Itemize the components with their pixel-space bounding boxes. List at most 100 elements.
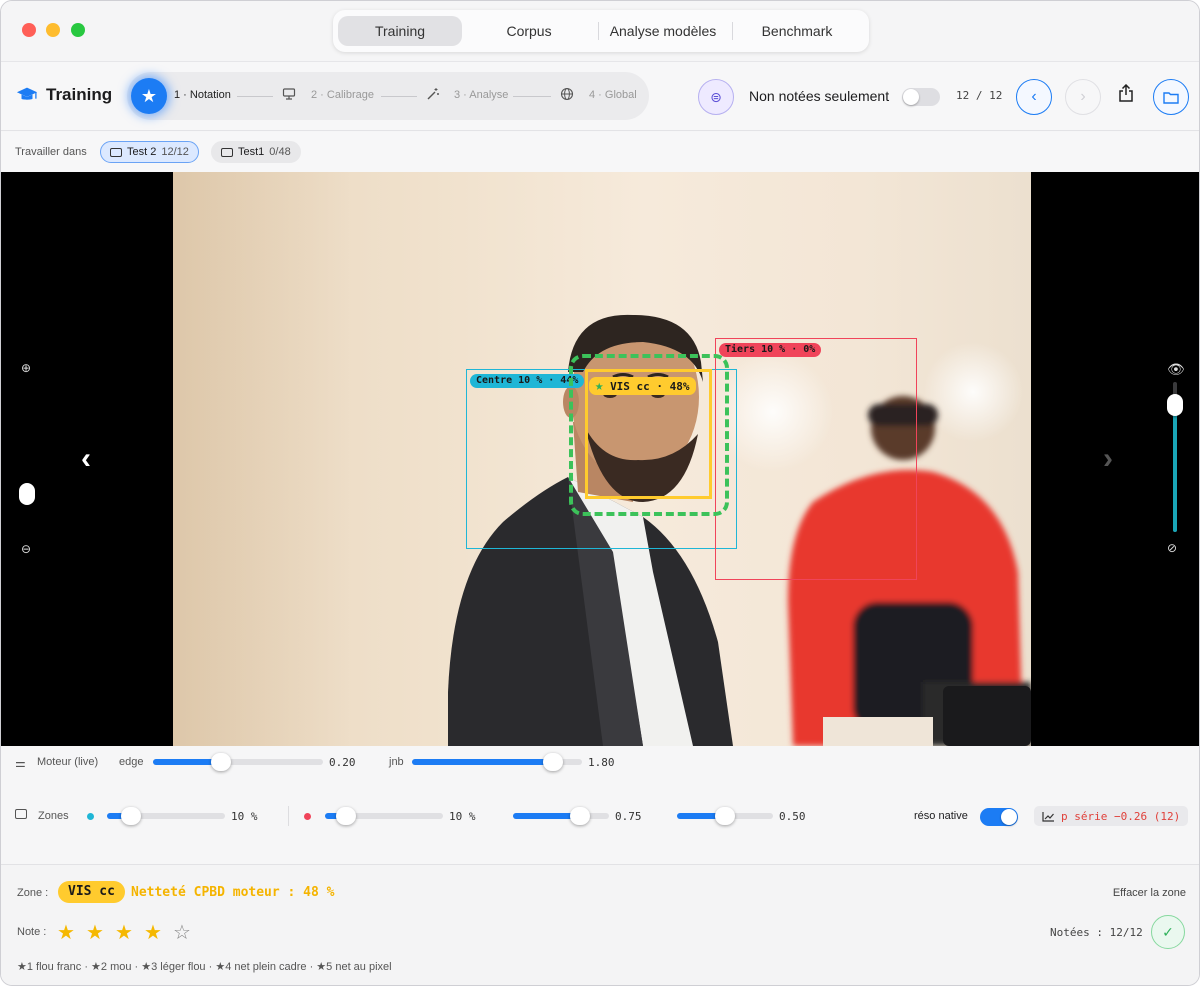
rating-legend: ★1 flou franc · ★2 mou · ★3 léger flou ·…	[17, 961, 392, 973]
zones-icon	[15, 809, 27, 819]
star-1-icon[interactable]: ★	[56, 920, 76, 945]
divider	[288, 806, 289, 826]
star-3-icon[interactable]: ★	[114, 920, 134, 945]
chevron-right-icon: ›	[1080, 88, 1086, 105]
title-bar: Training Corpus Analyse modèles Benchmar…	[1, 1, 1199, 61]
zoom-slider-knob[interactable]	[19, 483, 35, 505]
unrated-only-toggle[interactable]	[902, 88, 940, 106]
zones-label: Zones	[38, 810, 69, 822]
image-viewer[interactable]: ⊕ ⊖ ‹ Centre 10 % · 44% Tiers 10 % · 0% …	[1, 172, 1199, 746]
star-2-icon[interactable]: ★	[85, 920, 105, 945]
zone-centre-tag: Centre 10 % · 44%	[470, 374, 585, 388]
step-connector	[237, 96, 273, 97]
filter-button[interactable]: ⊜	[698, 79, 734, 115]
eye-slash-icon[interactable]: ⊘	[1167, 541, 1177, 555]
folder-name: Test1	[238, 146, 265, 158]
clear-zone-button[interactable]: Effacer la zone	[1113, 887, 1186, 899]
tab-training[interactable]: Training	[338, 16, 463, 46]
toggle-knob	[903, 89, 919, 105]
slider-knob[interactable]	[336, 807, 357, 825]
star-rating: ★ ★ ★ ★ ☆	[56, 920, 192, 945]
minimize-window-button[interactable]	[46, 23, 60, 37]
tiers-color-dot	[304, 813, 311, 820]
slider-knob[interactable]	[715, 807, 735, 825]
unrated-only-label: Non notées seulement	[749, 88, 890, 104]
folder-count: 0/48	[269, 146, 291, 158]
edge-value: 0.20	[329, 756, 356, 769]
step-analyse-label[interactable]: 3 · Analyse	[454, 89, 508, 101]
centre-size-slider[interactable]	[107, 807, 225, 825]
threshold-slider[interactable]	[513, 807, 609, 825]
workflow-stepper: ★ 1 · Notation 2 · Calibrage 3 · Analyse…	[127, 72, 649, 120]
overlay-opacity-slider[interactable]	[1167, 382, 1183, 532]
slider-knob[interactable]	[211, 753, 231, 771]
opacity-slider-fill	[1173, 404, 1177, 532]
previous-image-button[interactable]: ‹	[1016, 79, 1052, 115]
sliders-icon: ⚌	[15, 756, 26, 770]
image-counter: 12 / 12	[956, 89, 1003, 102]
workspace-bar: Travailler dans Test 2 12/12 Test1 0/48	[1, 132, 1199, 172]
validate-button[interactable]: ✓	[1151, 915, 1185, 949]
next-photo-arrow[interactable]: ›	[1103, 442, 1113, 476]
step-calibrage-label[interactable]: 2 · Calibrage	[311, 89, 374, 101]
tab-benchmark[interactable]: Benchmark	[735, 16, 859, 46]
toggle-knob	[1001, 809, 1017, 825]
star-5-icon[interactable]: ☆	[172, 920, 192, 945]
opacity-slider-knob[interactable]	[1167, 393, 1183, 416]
next-image-button[interactable]: ›	[1065, 79, 1101, 115]
graduation-cap-icon	[16, 87, 38, 100]
step-connector	[381, 96, 417, 97]
monitor-icon[interactable]	[281, 87, 297, 103]
zoom-window-button[interactable]	[71, 23, 85, 37]
brand: Training	[16, 84, 112, 106]
zone-vis-label: VIS cc · 48%	[610, 380, 690, 393]
jnb-slider[interactable]	[412, 753, 582, 771]
wand-icon[interactable]	[425, 87, 441, 103]
slider-knob[interactable]	[570, 807, 591, 825]
globe-icon[interactable]	[559, 87, 575, 103]
folder-icon	[1163, 91, 1179, 104]
check-badge-icon: ✓	[1162, 923, 1174, 940]
toolbar: Training ★ 1 · Notation 2 · Calibrage 3 …	[1, 61, 1199, 131]
weight-slider[interactable]	[677, 807, 773, 825]
slider-knob[interactable]	[543, 753, 564, 771]
step-global-label[interactable]: 4 · Global	[589, 89, 637, 101]
edge-slider[interactable]	[153, 753, 323, 771]
open-folder-button[interactable]	[1153, 79, 1189, 115]
zoom-out-icon[interactable]: ⊖	[21, 542, 31, 556]
zone-vis-tag: ★ VIS cc · 48%	[589, 377, 696, 395]
step-notation-button[interactable]: ★	[131, 78, 167, 114]
zone-tiers-box[interactable]	[715, 338, 917, 580]
tab-corpus[interactable]: Corpus	[467, 16, 591, 46]
close-window-button[interactable]	[22, 23, 36, 37]
centre-size-value: 10 %	[231, 810, 258, 823]
series-correlation-badge[interactable]: p série −0.26 (12)	[1034, 806, 1189, 826]
controls-panel: ⚌ Moteur (live) edge 0.20 jnb 1.80 Zones…	[1, 746, 1199, 864]
star-4-icon[interactable]: ★	[143, 920, 163, 945]
app-window: Training Corpus Analyse modèles Benchmar…	[0, 0, 1200, 986]
eye-icon[interactable]: 👁	[1167, 361, 1185, 378]
top-navigation: Training Corpus Analyse modèles Benchmar…	[333, 10, 869, 52]
previous-photo-arrow[interactable]: ‹	[81, 442, 91, 476]
star-icon: ★	[140, 85, 158, 106]
jnb-value: 1.80	[588, 756, 615, 769]
centre-color-dot	[87, 813, 94, 820]
tiers-size-slider[interactable]	[325, 807, 443, 825]
engine-label: Moteur (live)	[37, 756, 99, 768]
folder-count: 12/12	[161, 146, 189, 158]
zone-tiers-tag: Tiers 10 % · 0%	[719, 343, 822, 357]
workspace-label: Travailler dans	[15, 146, 87, 158]
tab-analyse-modeles[interactable]: Analyse modèles	[601, 16, 725, 46]
native-resolution-toggle[interactable]	[980, 808, 1018, 826]
share-icon[interactable]	[1113, 83, 1139, 110]
folder-chip-test-2[interactable]: Test 2 12/12	[100, 141, 199, 163]
zoom-in-icon[interactable]: ⊕	[21, 361, 31, 375]
slider-knob[interactable]	[120, 807, 141, 825]
folder-chip-test1[interactable]: Test1 0/48	[211, 141, 301, 163]
filter-icon: ⊜	[710, 88, 722, 105]
rating-panel: Zone : VIS cc Netteté CPBD moteur : 48 %…	[1, 864, 1199, 985]
sharpness-score: Netteté CPBD moteur : 48 %	[131, 885, 335, 900]
zoom-slider[interactable]	[19, 382, 35, 522]
folder-name: Test 2	[127, 146, 157, 158]
step-notation-label[interactable]: 1 · Notation	[174, 89, 231, 101]
